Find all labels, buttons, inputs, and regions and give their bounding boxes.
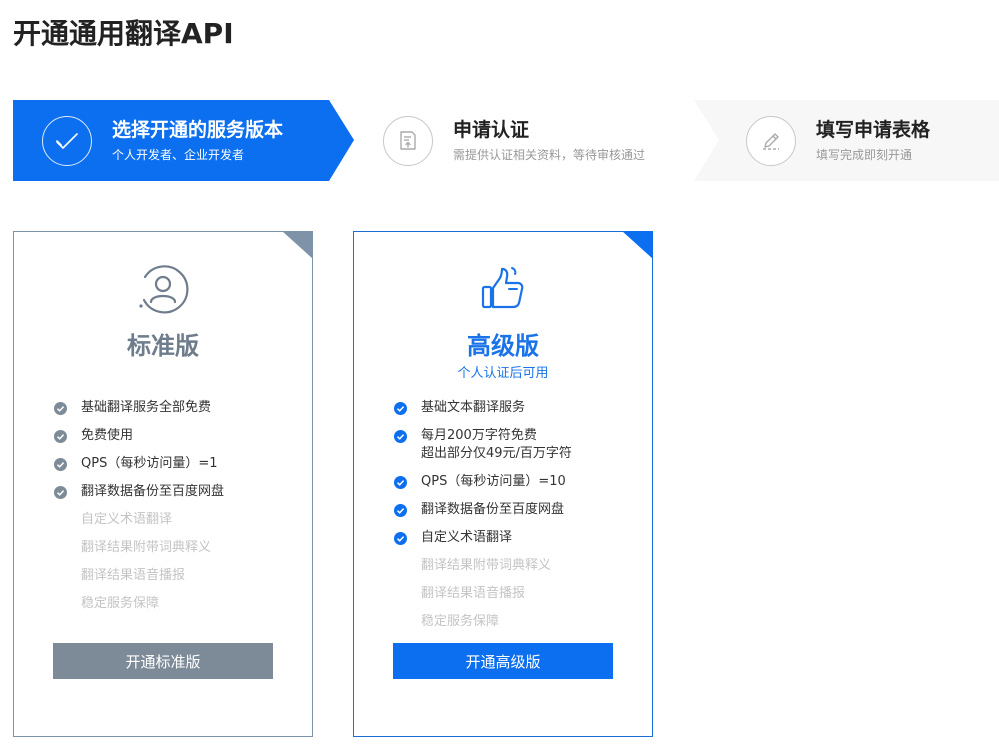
step-apply-certification: 申请认证 需提供认证相关资料，等待审核通过 [383,100,645,181]
page-title: 开通通用翻译API [13,17,234,50]
feature-item: 翻译数据备份至百度网盘 [394,501,572,519]
step-subtitle: 填写完成即刻开通 [816,148,913,162]
feature-item-disabled: 稳定服务保障 [81,596,160,611]
step-subtitle: 需提供认证相关资料，等待审核通过 [453,148,646,162]
feature-item: QPS（每秒访问量）=1 [54,455,224,473]
check-icon [394,532,407,545]
standard-plan-card: 标准版 基础翻译服务全部免费 免费使用 QPS（每秒访问量）=1 翻译数据备份至… [13,231,313,737]
user-circle-icon [14,264,312,314]
check-icon [394,402,407,415]
feature-item: 基础翻译服务全部免费 [54,399,224,417]
corner-fold-icon [282,231,313,259]
step-title: 申请认证 [453,119,530,141]
open-standard-button[interactable]: 开通标准版 [53,643,273,679]
feature-item-disabled: 翻译结果附带词典释义 [421,558,552,573]
feature-item: 自定义术语翻译 [394,529,572,547]
open-premium-button[interactable]: 开通高级版 [393,643,613,679]
step-select-version: 选择开通的服务版本 个人开发者、企业开发者 [42,100,283,181]
plan-name: 高级版 [467,332,539,360]
feature-item: 翻译数据备份至百度网盘 [54,483,224,501]
plan-name: 标准版 [127,332,199,360]
check-icon [54,486,67,499]
feature-item-disabled: 稳定服务保障 [421,614,500,629]
step-title: 填写申请表格 [816,119,931,141]
check-icon [54,458,67,471]
check-icon [394,504,407,517]
feature-item: QPS（每秒访问量）=10 [394,473,572,491]
check-icon [394,476,407,489]
check-circle-icon [42,115,92,166]
feature-list: 基础翻译服务全部免费 免费使用 QPS（每秒访问量）=1 翻译数据备份至百度网盘… [54,399,224,623]
feature-item: 每月200万字符免费 超出部分仅49元/百万字符 [394,427,572,463]
premium-plan-card: 高级版 个人认证后可用 基础文本翻译服务 每月200万字符免费 超出部分仅49元/… [353,231,653,737]
feature-item-disabled: 自定义术语翻译 [81,512,173,527]
document-upload-icon [383,115,433,166]
feature-item: 基础文本翻译服务 [394,399,572,417]
step-fill-form: 填写申请表格 填写完成即刻开通 [746,100,930,181]
feature-item-disabled: 翻译结果附带词典释义 [81,540,212,555]
step-subtitle: 个人开发者、企业开发者 [112,148,245,162]
pencil-icon [746,115,796,166]
corner-fold-icon [622,231,653,259]
feature-item-disabled: 翻译结果语音播报 [421,586,526,601]
check-icon [54,430,67,443]
feature-item-disabled: 翻译结果语音播报 [81,568,186,583]
check-icon [54,402,67,415]
feature-item: 免费使用 [54,427,224,445]
plan-note: 个人认证后可用 [457,366,549,381]
thumbs-up-icon [354,264,652,314]
check-icon [394,430,407,443]
step-title: 选择开通的服务版本 [112,119,284,141]
feature-list: 基础文本翻译服务 每月200万字符免费 超出部分仅49元/百万字符 QPS（每秒访… [394,399,572,641]
steps-bar: 选择开通的服务版本 个人开发者、企业开发者 申请认证 需提供认证相关资料，等待审… [13,100,999,181]
